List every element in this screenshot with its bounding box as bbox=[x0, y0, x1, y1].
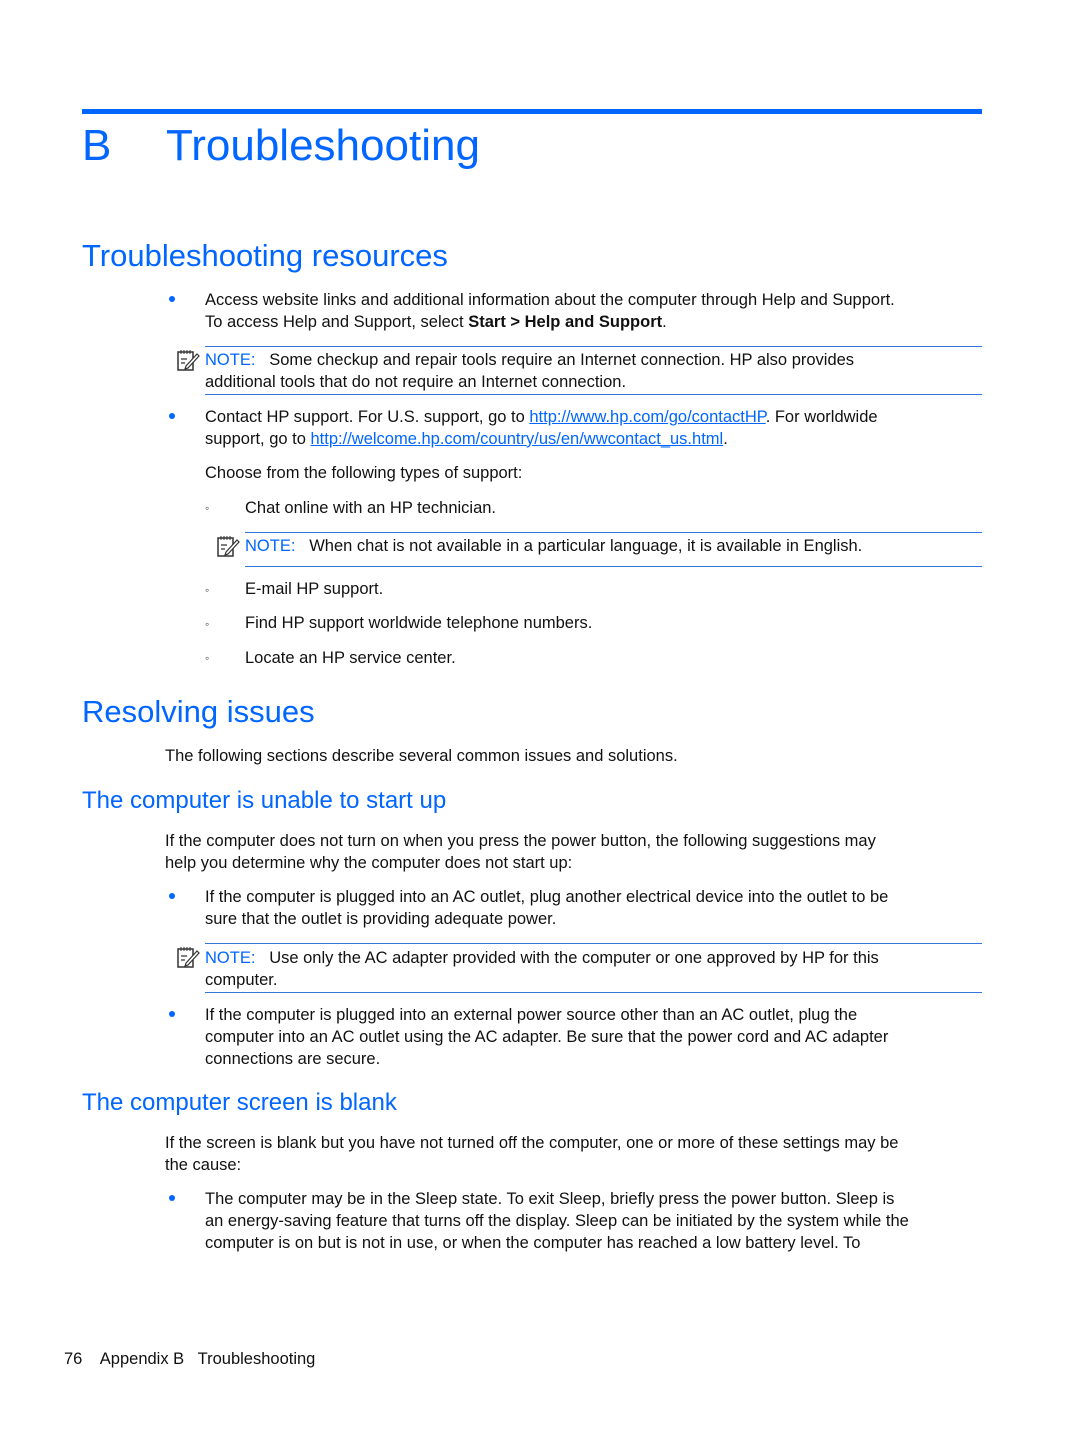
resources-bullet-contact: Contact HP support. For U.S. support, go… bbox=[205, 406, 995, 450]
text-line: sure that the outlet is providing adequa… bbox=[205, 910, 557, 928]
page-footer: 76 Appendix B Troubleshooting bbox=[64, 1348, 315, 1370]
note-label: NOTE: bbox=[205, 949, 256, 967]
text-line: computer. bbox=[205, 971, 278, 989]
text-line: computer into an AC outlet using the AC … bbox=[205, 1028, 889, 1046]
blank-screen-intro: If the screen is blank but you have not … bbox=[165, 1132, 995, 1176]
choose-support-text: Choose from the following types of suppo… bbox=[205, 464, 523, 482]
text-span: . bbox=[662, 313, 667, 331]
note-icon bbox=[177, 350, 200, 371]
text-line: help you determine why the computer does… bbox=[165, 854, 573, 872]
text-line: computer is on but is not in use, or whe… bbox=[205, 1234, 861, 1252]
text-span: support, go to bbox=[205, 430, 311, 448]
text-span: To access Help and Support, select bbox=[205, 313, 469, 331]
page-number: 76 bbox=[64, 1350, 83, 1368]
note-rule-bottom bbox=[205, 992, 982, 993]
text-line: an energy-saving feature that turns off … bbox=[205, 1212, 909, 1230]
text-line: NOTE: Use only the AC adapter provided w… bbox=[205, 947, 995, 969]
text-line: To access Help and Support, select Start… bbox=[205, 311, 995, 333]
text-line: If the computer is plugged into an AC ou… bbox=[205, 888, 889, 906]
text-span: . For worldwide bbox=[765, 408, 878, 426]
text-line: the cause: bbox=[165, 1156, 242, 1174]
sub-bullet-icon: ◦ bbox=[205, 583, 210, 597]
note-rule-bottom bbox=[245, 566, 982, 567]
text-line: If the computer does not turn on when yo… bbox=[165, 832, 876, 850]
sub-bullet-icon: ◦ bbox=[205, 501, 210, 515]
note-internet-connection: NOTE: Some checkup and repair tools requ… bbox=[205, 349, 995, 393]
support-option-chat: Chat online with an HP technician. bbox=[245, 499, 497, 517]
note-label: NOTE: bbox=[245, 537, 296, 555]
text-line: additional tools that do not require an … bbox=[205, 373, 627, 391]
startup-bullet-ac-outlet: If the computer is plugged into an AC ou… bbox=[205, 886, 995, 930]
chapter-rule bbox=[82, 109, 982, 114]
support-option-phone: Find HP support worldwide telephone numb… bbox=[245, 614, 593, 632]
chapter-letter: B bbox=[82, 121, 112, 170]
text-span: Use only the AC adapter provided with th… bbox=[269, 949, 879, 967]
support-option-email: E-mail HP support. bbox=[245, 580, 384, 598]
bullet-icon bbox=[168, 296, 178, 306]
text-line: If the screen is blank but you have not … bbox=[165, 1134, 899, 1152]
text-span: Some checkup and repair tools require an… bbox=[269, 351, 855, 369]
note-rule-top bbox=[205, 943, 982, 944]
text-line: Access website links and additional info… bbox=[205, 291, 895, 309]
footer-label: Appendix B Troubleshooting bbox=[99, 1350, 316, 1368]
bullet-icon bbox=[168, 893, 178, 903]
contact-hp-link[interactable]: http://www.hp.com/go/contactHP bbox=[529, 408, 765, 426]
note-rule-top bbox=[205, 346, 982, 347]
text-span: . bbox=[723, 430, 728, 448]
text-line: NOTE: Some checkup and repair tools requ… bbox=[205, 349, 995, 371]
text-line: connections are secure. bbox=[205, 1050, 381, 1068]
text-line: The computer may be in the Sleep state. … bbox=[205, 1190, 895, 1208]
startup-bullet-external-power: If the computer is plugged into an exter… bbox=[205, 1004, 995, 1070]
text-span: When chat is not available in a particul… bbox=[309, 537, 863, 555]
section-heading-resources: Troubleshooting resources bbox=[82, 238, 448, 273]
subsection-heading-startup: The computer is unable to start up bbox=[82, 787, 447, 814]
blank-screen-bullet-sleep: The computer may be in the Sleep state. … bbox=[205, 1188, 995, 1254]
worldwide-contact-link[interactable]: http://welcome.hp.com/country/us/en/wwco… bbox=[311, 430, 724, 448]
chapter-title: B Troubleshooting bbox=[82, 118, 480, 174]
startup-intro: If the computer does not turn on when yo… bbox=[165, 830, 995, 874]
bullet-icon bbox=[168, 1011, 178, 1021]
note-rule-bottom bbox=[205, 394, 982, 395]
note-icon bbox=[217, 536, 240, 557]
subsection-heading-blank-screen: The computer screen is blank bbox=[82, 1089, 397, 1116]
note-ac-adapter: NOTE: Use only the AC adapter provided w… bbox=[205, 947, 995, 991]
note-rule-top bbox=[245, 532, 982, 533]
note-chat-language: NOTE: When chat is not available in a pa… bbox=[245, 535, 985, 557]
text-line: Contact HP support. For U.S. support, go… bbox=[205, 406, 995, 428]
sub-bullet-icon: ◦ bbox=[205, 617, 210, 631]
menu-path: Start > Help and Support bbox=[468, 313, 663, 331]
bullet-icon bbox=[168, 1195, 178, 1205]
sub-bullet-icon: ◦ bbox=[205, 651, 210, 665]
note-label: NOTE: bbox=[205, 351, 256, 369]
text-span: Contact HP support. For U.S. support, go… bbox=[205, 408, 530, 426]
section-heading-resolving: Resolving issues bbox=[82, 694, 315, 729]
resources-bullet-help-support: Access website links and additional info… bbox=[205, 289, 995, 333]
bullet-icon bbox=[168, 413, 178, 423]
support-option-service-center: Locate an HP service center. bbox=[245, 649, 456, 667]
chapter-title-text: Troubleshooting bbox=[166, 121, 480, 170]
note-icon bbox=[177, 947, 200, 968]
text-line: support, go to http://welcome.hp.com/cou… bbox=[205, 428, 995, 450]
text-line: If the computer is plugged into an exter… bbox=[205, 1006, 858, 1024]
resolving-intro: The following sections describe several … bbox=[165, 747, 678, 765]
